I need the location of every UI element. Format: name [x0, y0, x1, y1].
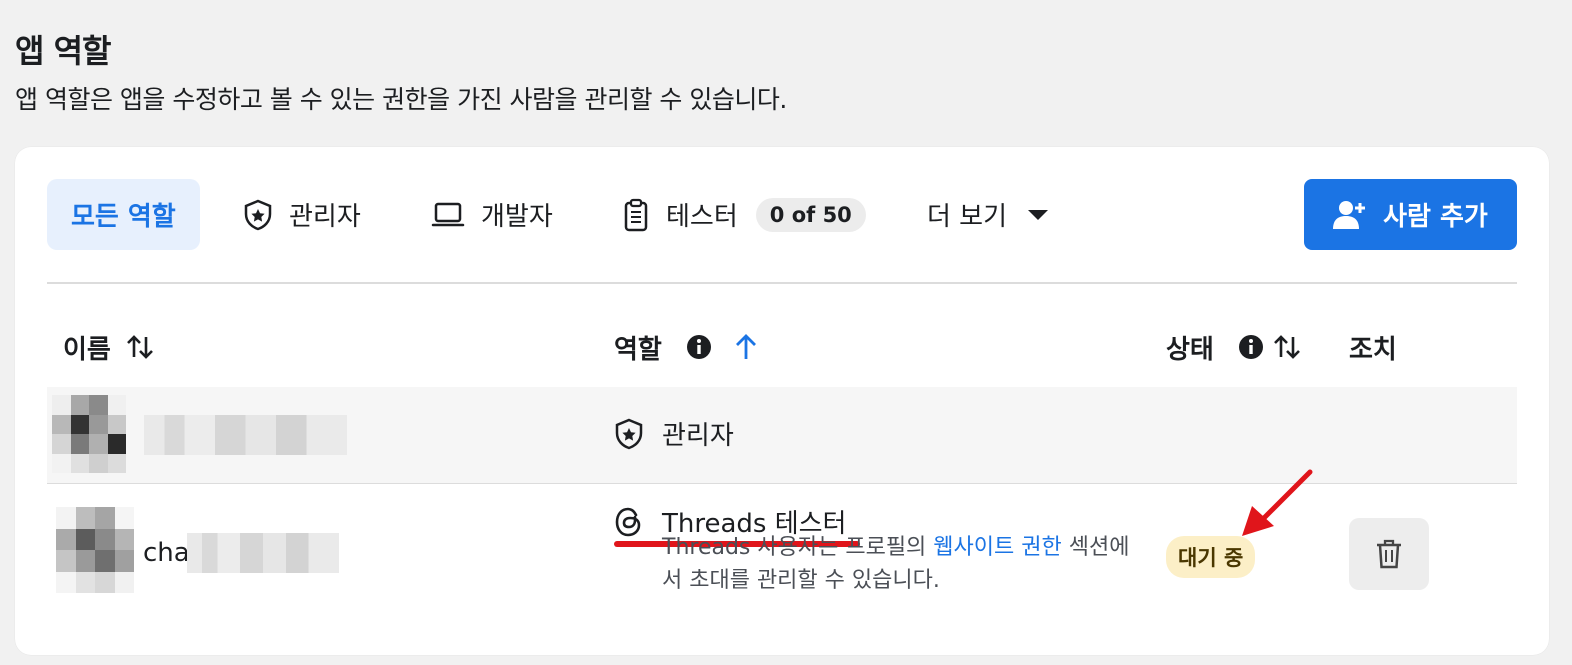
website-permissions-link[interactable]: 웹사이트 권한	[933, 535, 1061, 560]
caret-down-icon	[1027, 208, 1049, 222]
tabs-divider	[47, 282, 1517, 284]
column-header-name[interactable]: 이름	[63, 327, 155, 367]
add-button-label: 사람 추가	[1383, 202, 1488, 232]
info-icon[interactable]	[686, 334, 712, 360]
tab-all-roles[interactable]: 모든 역할	[47, 179, 200, 250]
add-people-button[interactable]: 사람 추가	[1304, 179, 1517, 250]
clipboard-icon	[622, 198, 650, 232]
role-tabs: 모든 역할 관리자 개발자 테스터 0 of 50 더 보기 사람 추가	[47, 179, 1517, 250]
tab-label: 관리자	[289, 202, 361, 232]
user-name-redacted	[187, 533, 339, 573]
avatar	[52, 395, 126, 473]
threads-icon	[614, 506, 644, 538]
column-label: 역할	[614, 334, 662, 365]
sort-icon[interactable]	[1272, 334, 1302, 360]
role-cell: 관리자	[614, 415, 734, 452]
trash-icon	[1374, 538, 1404, 570]
column-header-role[interactable]: 역할	[614, 327, 758, 367]
column-label: 상태	[1166, 334, 1214, 365]
tab-label: 개발자	[481, 202, 553, 232]
column-label: 이름	[63, 334, 111, 365]
tab-label: 더 보기	[927, 202, 1008, 232]
tab-developer[interactable]: 개발자	[431, 179, 553, 250]
tester-count-badge: 0 of 50	[755, 197, 866, 232]
role-description: Threads 사용자는 프로필의 웹사이트 권한 섹션에서 초대를 관리할 수…	[662, 531, 1142, 597]
page-title: 앱 역할	[15, 32, 111, 70]
sort-ascending-icon[interactable]	[734, 333, 758, 361]
info-icon[interactable]	[1238, 334, 1264, 360]
tab-more[interactable]: 더 보기	[927, 179, 1049, 250]
roles-card: 모든 역할 관리자 개발자 테스터 0 of 50 더 보기 사람 추가 이름 …	[15, 147, 1549, 655]
user-name: cha	[143, 538, 190, 568]
role-desc-text: Threads 사용자는 프로필의	[662, 535, 934, 560]
delete-button[interactable]	[1349, 518, 1429, 590]
page-description: 앱 역할은 앱을 수정하고 볼 수 있는 권한을 가진 사람을 관리할 수 있습…	[15, 85, 787, 114]
role-label: 관리자	[662, 421, 734, 451]
column-label: 조치	[1349, 334, 1397, 365]
laptop-icon	[431, 201, 465, 229]
user-name	[144, 415, 347, 455]
sort-icon[interactable]	[125, 334, 155, 360]
shield-star-icon	[243, 199, 273, 231]
tab-label: 테스터	[666, 202, 738, 232]
shield-star-icon	[614, 418, 644, 450]
tab-admin[interactable]: 관리자	[243, 179, 361, 250]
tab-tester[interactable]: 테스터 0 of 50	[622, 179, 866, 250]
person-add-icon	[1333, 199, 1367, 231]
tab-label: 모든 역할	[71, 202, 176, 232]
annotation-arrow	[1222, 458, 1318, 544]
column-header-actions: 조치	[1349, 327, 1397, 367]
column-header-status[interactable]: 상태	[1166, 327, 1302, 367]
avatar	[56, 507, 134, 593]
